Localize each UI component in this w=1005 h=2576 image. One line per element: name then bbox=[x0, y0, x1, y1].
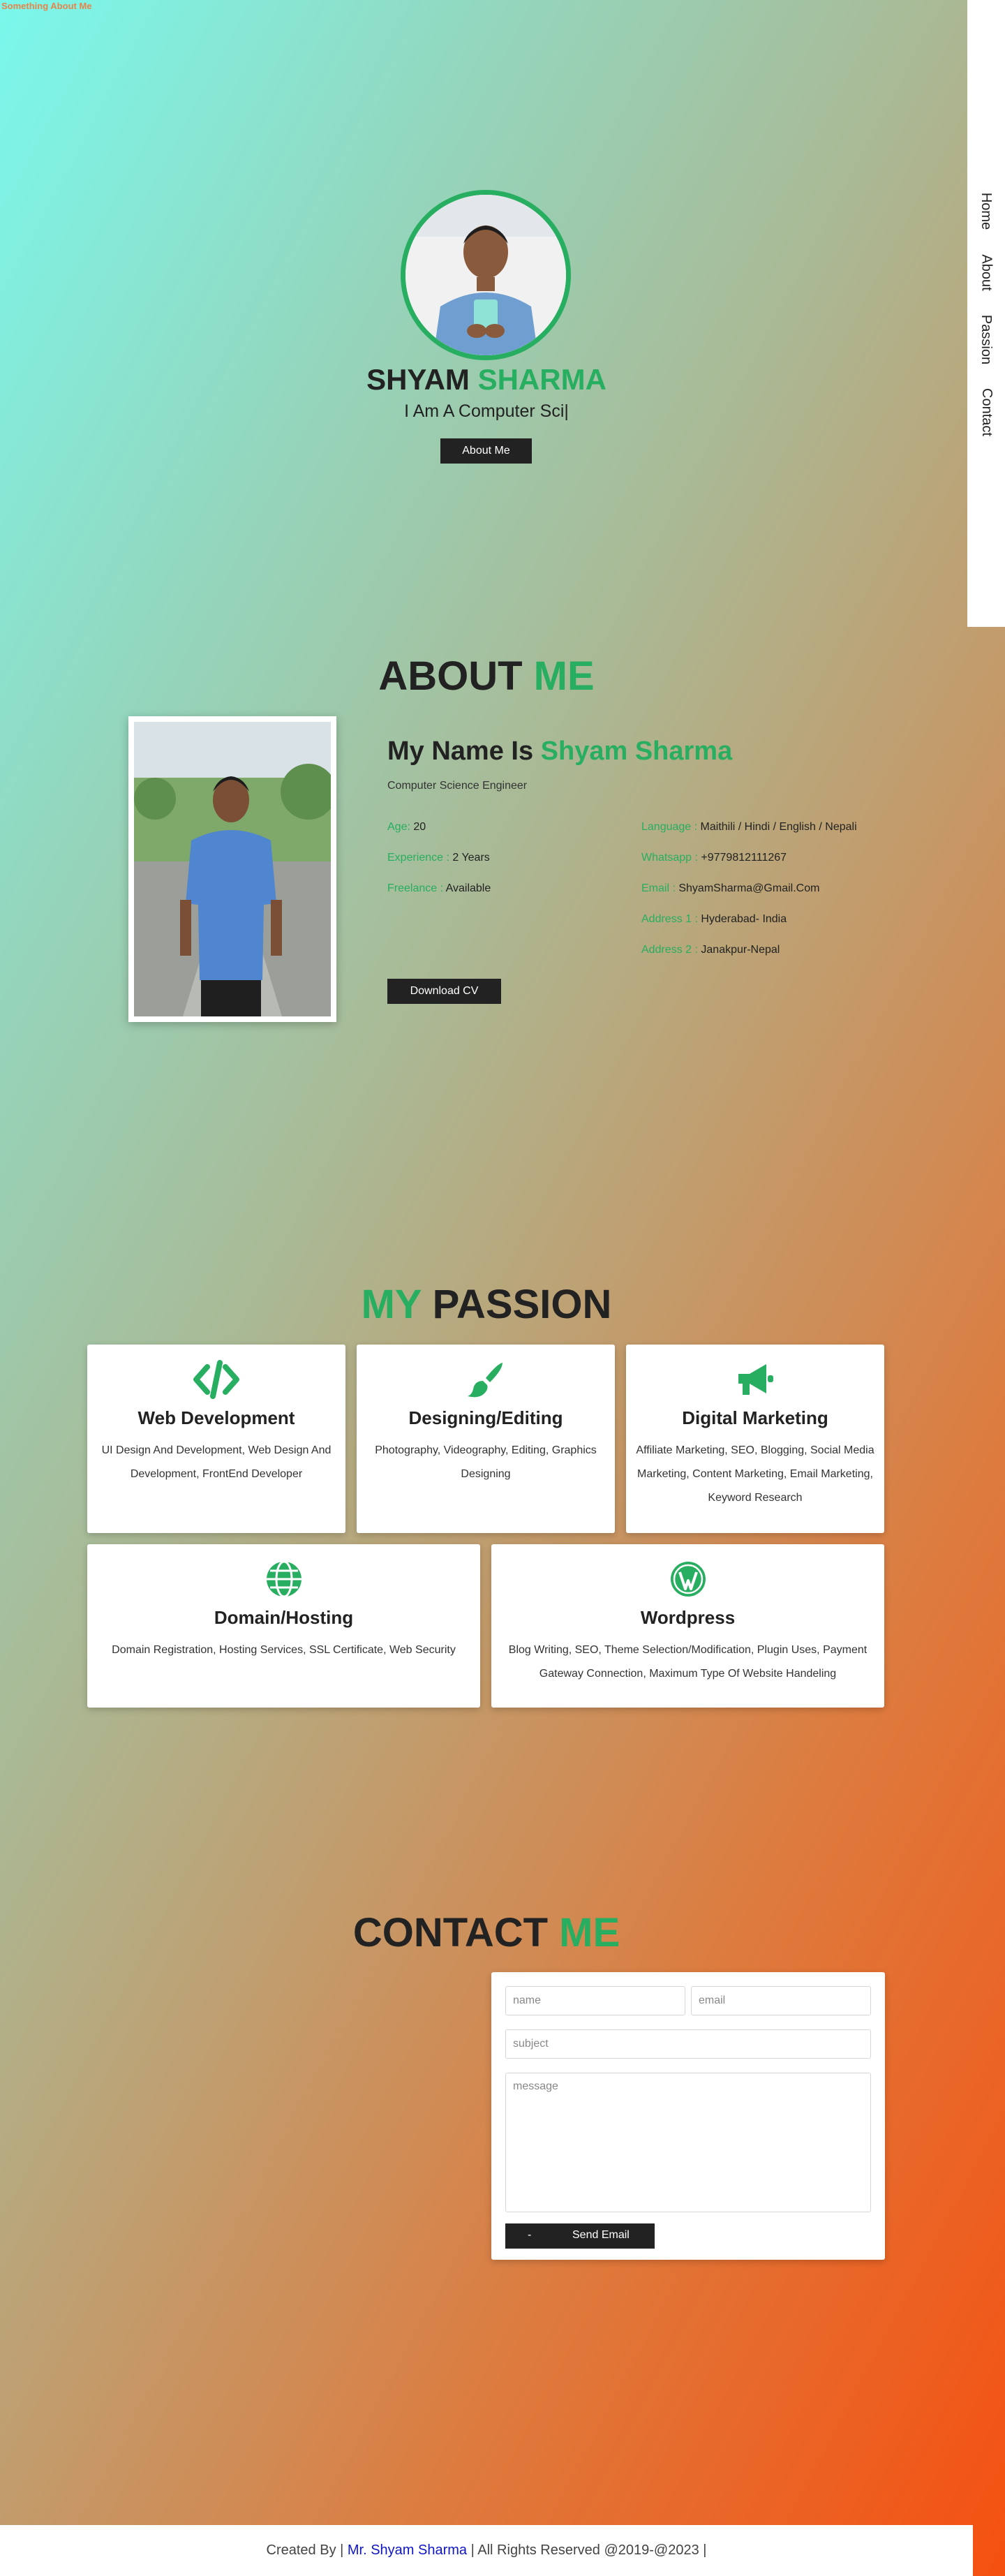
passion-card-digital-marketing: Digital Marketing Affiliate Marketing, S… bbox=[626, 1345, 884, 1533]
info-address-1: Address 1 : Hyderabad- India bbox=[641, 913, 787, 925]
about-role: Computer Science Engineer bbox=[387, 780, 528, 792]
nav-home[interactable]: Home bbox=[967, 190, 1005, 232]
card-text: Affiliate Marketing, SEO, Blogging, Soci… bbox=[636, 1444, 874, 1504]
passion-card-domain-hosting: Domain/Hosting Domain Registration, Host… bbox=[87, 1544, 480, 1708]
page-title: Something About Me bbox=[1, 1, 92, 11]
download-cv-button[interactable]: Download CV bbox=[387, 979, 501, 1004]
footer: Created By | Mr. Shyam Sharma | All Righ… bbox=[0, 2525, 973, 2576]
about-heading: My Name Is Shyam Sharma bbox=[387, 736, 733, 766]
side-nav: Home About Passion Contact bbox=[967, 0, 1005, 627]
message-field[interactable] bbox=[505, 2073, 871, 2212]
passion-card-web-development: Web Development UI Design And Developmen… bbox=[87, 1345, 345, 1533]
about-photo-card bbox=[128, 716, 336, 1022]
hero-name: SHYAM SHARMA bbox=[0, 363, 973, 397]
paint-brush-icon bbox=[357, 1360, 615, 1399]
hero-last-name: SHARMA bbox=[477, 363, 606, 396]
wordpress-icon bbox=[491, 1560, 884, 1599]
contact-section-title: CONTACT ME bbox=[352, 1910, 620, 1955]
info-address-2: Address 2 : Janakpur-Nepal bbox=[641, 944, 780, 956]
contact-form: - Send Email bbox=[491, 1972, 885, 2260]
about-me-button[interactable]: About Me bbox=[440, 438, 532, 464]
card-text: UI Design And Development, Web Design An… bbox=[101, 1444, 332, 1480]
send-email-button[interactable]: - Send Email bbox=[505, 2223, 655, 2249]
card-text: Domain Registration, Hosting Services, S… bbox=[112, 1644, 456, 1656]
info-freelance: Freelance : Available bbox=[387, 882, 491, 894]
code-icon bbox=[87, 1360, 345, 1399]
hero-subtitle: I Am A Computer Sci| bbox=[404, 401, 569, 421]
passion-card-wordpress: Wordpress Blog Writing, SEO, Theme Selec… bbox=[491, 1544, 884, 1708]
card-title: Web Development bbox=[137, 1407, 295, 1428]
info-age: Age: 20 bbox=[387, 821, 426, 833]
passion-card-designing: Designing/Editing Photography, Videograp… bbox=[357, 1345, 615, 1533]
info-email: Email : ShyamSharma@Gmail.Com bbox=[641, 882, 820, 894]
footer-prefix: Created By | bbox=[266, 2542, 344, 2558]
profile-avatar bbox=[401, 190, 571, 360]
footer-suffix: | All Rights Reserved @2019-@2023 | bbox=[470, 2542, 707, 2558]
info-whatsapp: Whatsapp : +9779812111267 bbox=[641, 852, 787, 864]
card-text: Blog Writing, SEO, Theme Selection/Modif… bbox=[508, 1644, 868, 1680]
hero-first-name: SHYAM bbox=[366, 363, 470, 396]
nav-contact[interactable]: Contact bbox=[967, 385, 1005, 438]
info-experience: Experience : 2 Years bbox=[387, 852, 490, 864]
footer-author-link[interactable]: Mr. Shyam Sharma bbox=[348, 2542, 467, 2558]
nav-passion[interactable]: Passion bbox=[967, 311, 1005, 367]
subject-field[interactable] bbox=[505, 2029, 871, 2059]
card-title: Designing/Editing bbox=[408, 1407, 563, 1428]
card-text: Photography, Videography, Editing, Graph… bbox=[375, 1444, 597, 1480]
globe-icon bbox=[87, 1560, 480, 1599]
info-language: Language : Maithili / Hindi / English / … bbox=[641, 821, 857, 833]
name-field[interactable] bbox=[505, 1986, 685, 2015]
email-field[interactable] bbox=[691, 1986, 871, 2015]
card-title: Wordpress bbox=[640, 1607, 736, 1628]
card-title: Digital Marketing bbox=[682, 1407, 828, 1428]
megaphone-icon bbox=[626, 1360, 884, 1399]
profile-photo bbox=[405, 195, 566, 355]
card-title: Domain/Hosting bbox=[214, 1607, 354, 1628]
about-section-title: ABOUT ME bbox=[378, 653, 595, 699]
nav-about[interactable]: About bbox=[967, 251, 1005, 293]
passion-section-title: MY PASSION bbox=[361, 1282, 612, 1327]
about-photo bbox=[134, 722, 331, 1016]
